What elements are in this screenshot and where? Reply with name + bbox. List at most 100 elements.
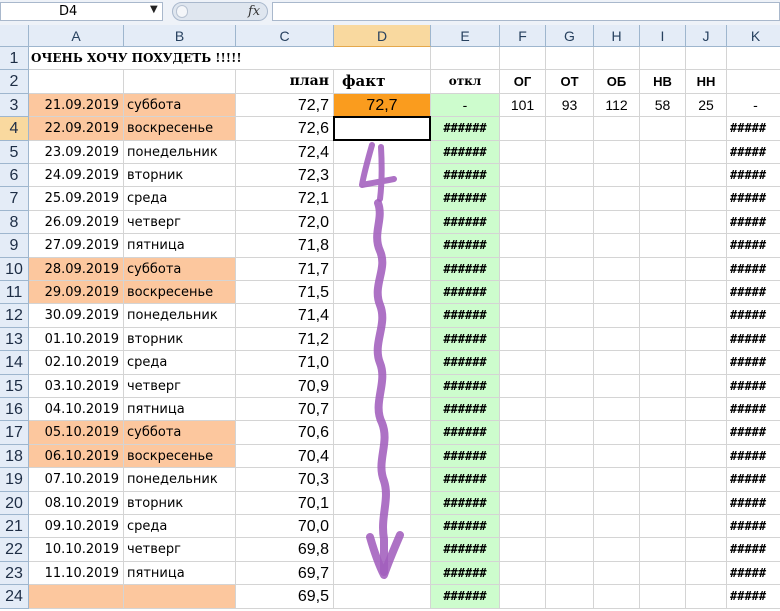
measure-cell[interactable]: [686, 421, 727, 445]
cell[interactable]: [727, 70, 780, 94]
measure-cell[interactable]: [640, 515, 686, 539]
formula-input[interactable]: [272, 2, 780, 21]
weekday-cell[interactable]: суббота: [124, 257, 236, 281]
measure-cell[interactable]: [640, 187, 686, 211]
fakt-cell[interactable]: [334, 515, 431, 539]
date-cell[interactable]: 30.09.2019: [29, 304, 124, 328]
measure-cell[interactable]: [594, 468, 640, 492]
measure-cell[interactable]: [686, 187, 727, 211]
measure-cell[interactable]: [594, 561, 640, 586]
cell[interactable]: [29, 70, 124, 94]
plan-cell[interactable]: 70,3: [236, 468, 334, 492]
measure-cell[interactable]: [686, 257, 727, 281]
measure-cell[interactable]: [686, 117, 727, 141]
cell[interactable]: ОТ: [546, 70, 594, 94]
measure-cell[interactable]: [594, 585, 640, 609]
measure-cell[interactable]: [500, 187, 546, 211]
row-header-7[interactable]: 7: [0, 187, 29, 211]
measure-cell[interactable]: [546, 164, 594, 188]
measure-cell[interactable]: [640, 327, 686, 352]
measure-cell[interactable]: [500, 468, 546, 492]
otkl-cell[interactable]: ######: [431, 421, 500, 445]
column-header-c[interactable]: C: [236, 25, 334, 47]
plan-cell[interactable]: 72,0: [236, 210, 334, 235]
measure-cell[interactable]: [686, 444, 727, 469]
measure-cell[interactable]: [594, 327, 640, 352]
otkl-cell[interactable]: ######: [431, 140, 500, 164]
otkl-cell[interactable]: ######: [431, 164, 500, 188]
measure-cell[interactable]: [594, 281, 640, 305]
title-cell[interactable]: ОЧЕНЬ ХОЧУ ПОХУДЕТЬ !!!!!: [29, 47, 431, 71]
date-cell[interactable]: 28.09.2019: [29, 257, 124, 281]
measure-cell[interactable]: [686, 234, 727, 258]
date-cell[interactable]: 25.09.2019: [29, 187, 124, 211]
row-header-16[interactable]: 16: [0, 398, 29, 422]
weekday-cell[interactable]: суббота: [124, 93, 236, 118]
otkl-cell[interactable]: ######: [431, 585, 500, 609]
plan-cell[interactable]: 69,7: [236, 561, 334, 586]
measure-cell[interactable]: [594, 538, 640, 562]
plan-cell[interactable]: 69,5: [236, 585, 334, 609]
fakt-cell[interactable]: [334, 491, 431, 515]
measure-cell[interactable]: [500, 164, 546, 188]
date-cell[interactable]: 24.09.2019: [29, 164, 124, 188]
fakt-cell[interactable]: [334, 210, 431, 235]
plan-cell[interactable]: 72,7: [236, 93, 334, 118]
row-header-20[interactable]: 20: [0, 491, 29, 515]
otkl-cell[interactable]: ######: [431, 327, 500, 352]
fakt-cell[interactable]: [334, 257, 431, 281]
k-cell[interactable]: -: [727, 94, 780, 118]
measure-cell[interactable]: [594, 234, 640, 258]
fakt-cell[interactable]: [334, 398, 431, 422]
measure-cell[interactable]: [686, 304, 727, 328]
date-cell[interactable]: 26.09.2019: [29, 210, 124, 235]
measure-cell[interactable]: [686, 468, 727, 492]
weekday-cell[interactable]: понедельник: [124, 140, 236, 164]
fakt-cell[interactable]: [334, 374, 431, 398]
measure-cell[interactable]: [546, 187, 594, 211]
fakt-cell[interactable]: [334, 444, 431, 469]
cell[interactable]: [500, 47, 546, 71]
measure-cell[interactable]: [500, 585, 546, 609]
date-cell[interactable]: 01.10.2019: [29, 327, 124, 352]
k-cell[interactable]: #####: [727, 281, 780, 305]
plan-cell[interactable]: 71,5: [236, 281, 334, 305]
weekday-cell[interactable]: четверг: [124, 538, 236, 562]
k-cell[interactable]: #####: [727, 515, 780, 539]
cell[interactable]: НВ: [640, 70, 686, 94]
otkl-cell[interactable]: ######: [431, 468, 500, 492]
cell[interactable]: НН: [686, 70, 727, 94]
row-header-22[interactable]: 22: [0, 538, 29, 562]
measure-cell[interactable]: [594, 304, 640, 328]
measure-cell[interactable]: [594, 421, 640, 445]
row-header-19[interactable]: 19: [0, 468, 29, 492]
measure-cell[interactable]: [686, 515, 727, 539]
weekday-cell[interactable]: вторник: [124, 327, 236, 352]
cell[interactable]: [431, 47, 500, 71]
weekday-cell[interactable]: четверг: [124, 374, 236, 398]
measure-cell[interactable]: [686, 491, 727, 515]
measure-cell[interactable]: [546, 257, 594, 281]
date-cell[interactable]: 11.10.2019: [29, 561, 124, 586]
column-header-i[interactable]: I: [640, 25, 686, 47]
row-header-3[interactable]: 3: [0, 93, 29, 118]
otkl-cell[interactable]: ######: [431, 234, 500, 258]
measure-cell[interactable]: [594, 140, 640, 164]
measure-cell[interactable]: [594, 117, 640, 141]
cell[interactable]: факт: [334, 70, 431, 94]
measure-cell[interactable]: [686, 374, 727, 398]
cell[interactable]: план: [236, 70, 334, 94]
measure-cell[interactable]: [640, 304, 686, 328]
weekday-cell[interactable]: пятница: [124, 234, 236, 258]
otkl-cell[interactable]: ######: [431, 351, 500, 375]
fakt-cell[interactable]: [334, 468, 431, 492]
measure-cell[interactable]: 58: [640, 93, 686, 118]
measure-cell[interactable]: [594, 515, 640, 539]
measure-cell[interactable]: [500, 281, 546, 305]
measure-cell[interactable]: [594, 210, 640, 235]
fakt-cell[interactable]: [334, 585, 431, 609]
expand-handle-icon[interactable]: [176, 5, 188, 18]
measure-cell[interactable]: [640, 351, 686, 375]
row-header-14[interactable]: 14: [0, 351, 29, 375]
plan-cell[interactable]: 71,2: [236, 327, 334, 352]
